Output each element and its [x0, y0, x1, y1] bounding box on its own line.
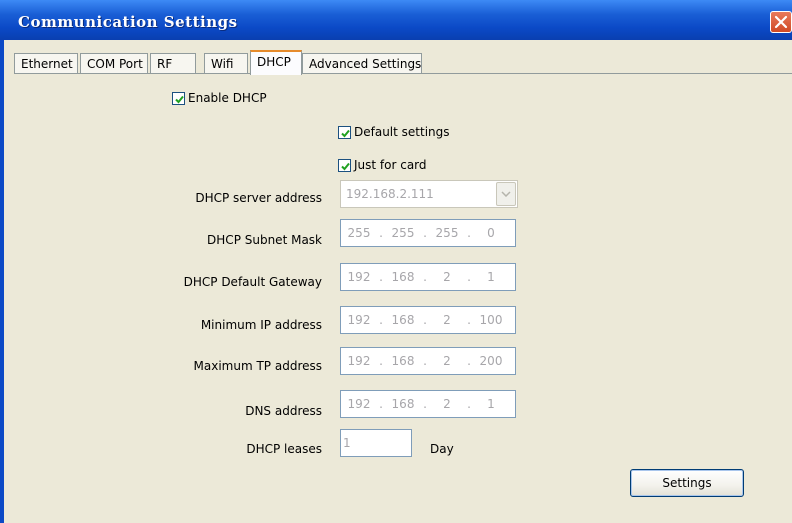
close-icon [774, 15, 788, 29]
ip-octet: 192 [347, 354, 371, 368]
ip-dot: . [423, 226, 427, 240]
ip-octet: 192 [347, 270, 371, 284]
ip-dot: . [379, 226, 383, 240]
ip-octet: 1 [487, 270, 495, 284]
ip-octet: 168 [391, 354, 415, 368]
ip-dot: . [467, 270, 471, 284]
ip-octet: 2 [443, 397, 451, 411]
min-ip-label: Minimum IP address [200, 318, 322, 332]
dhcp-leases-value: 1 [343, 436, 351, 450]
default-gateway-ip-field[interactable]: 192. 168. 2. 1 [340, 263, 516, 291]
chevron-down-icon [501, 191, 511, 197]
ip-octet: 0 [487, 226, 495, 240]
ip-octet: 255 [435, 226, 459, 240]
max-ip-field[interactable]: 192. 168. 2. 200 [340, 347, 516, 375]
checkbox-box[interactable] [338, 125, 351, 139]
enable-dhcp-label: Enable DHCP [188, 91, 267, 105]
dialog-client-area: Ethernet COM Port RF Wifi DHCP Advanced … [4, 40, 792, 523]
ip-dot: . [423, 354, 427, 368]
ip-octet: 100 [479, 313, 503, 327]
ip-dot: . [423, 313, 427, 327]
subnet-mask-label: DHCP Subnet Mask [207, 233, 322, 247]
ip-octet: 168 [391, 397, 415, 411]
ip-octet: 2 [443, 313, 451, 327]
tab-wifi[interactable]: Wifi [204, 53, 248, 75]
ip-octet: 1 [487, 397, 495, 411]
just-for-card-label: Just for card [354, 158, 427, 172]
ip-dot: . [467, 226, 471, 240]
tab-label: RF [157, 57, 173, 71]
checkmark-icon [341, 129, 350, 137]
default-gateway-label: DHCP Default Gateway [183, 275, 322, 289]
ip-octet: 2 [443, 354, 451, 368]
close-button[interactable] [770, 11, 792, 33]
tab-dhcp[interactable]: DHCP [250, 50, 302, 75]
min-ip-field[interactable]: 192. 168. 2. 100 [340, 306, 516, 334]
tab-label: Advanced Settings [309, 57, 422, 71]
ip-octet: 168 [391, 313, 415, 327]
tab-label: COM Port [87, 57, 143, 71]
ip-dot: . [379, 270, 383, 284]
ip-dot: . [423, 397, 427, 411]
just-for-card-checkbox[interactable]: Just for card [338, 158, 427, 172]
dns-address-field[interactable]: 192. 168. 2. 1 [340, 390, 516, 418]
tab-ethernet[interactable]: Ethernet [14, 53, 78, 75]
server-address-label: DHCP server address [195, 191, 322, 205]
window-title: Communication Settings [18, 13, 238, 31]
checkmark-icon [175, 95, 184, 103]
max-ip-label: Maximum TP address [193, 359, 322, 373]
ip-octet: 168 [391, 270, 415, 284]
ip-octet: 192 [347, 313, 371, 327]
ip-octet: 192 [347, 397, 371, 411]
default-settings-label: Default settings [354, 125, 450, 139]
checkbox-box[interactable] [338, 158, 351, 172]
ip-dot: . [379, 354, 383, 368]
dhcp-leases-label: DHCP leases [246, 442, 322, 456]
ip-octet: 255 [391, 226, 415, 240]
dhcp-leases-input[interactable]: 1 [340, 429, 412, 457]
checkbox-box[interactable] [172, 91, 185, 105]
tab-rf[interactable]: RF [150, 53, 196, 75]
title-bar[interactable]: Communication Settings [0, 0, 792, 40]
ip-dot: . [467, 397, 471, 411]
settings-button[interactable]: Settings [630, 469, 744, 497]
ip-octet: 200 [479, 354, 503, 368]
tab-label: Wifi [211, 57, 234, 71]
ip-dot: . [379, 397, 383, 411]
dropdown-button[interactable] [496, 182, 516, 206]
dialog-window: Communication Settings Ethernet COM Port… [0, 0, 792, 523]
server-address-dropdown[interactable]: 192.168.2.111 [340, 180, 518, 208]
tab-com-port[interactable]: COM Port [80, 53, 148, 75]
ip-dot: . [379, 313, 383, 327]
tab-advanced-settings[interactable]: Advanced Settings [302, 53, 422, 75]
ip-octet: 2 [443, 270, 451, 284]
dhcp-leases-unit: Day [430, 442, 454, 456]
tab-label: Ethernet [21, 57, 73, 71]
dhcp-tab-panel: Enable DHCP Default settings Just for ca… [14, 73, 792, 523]
dns-address-label: DNS address [245, 404, 322, 418]
ip-dot: . [467, 354, 471, 368]
ip-octet: 255 [347, 226, 371, 240]
ip-dot: . [423, 270, 427, 284]
tab-label: DHCP [257, 55, 291, 69]
subnet-mask-ip-field[interactable]: 255. 255. 255. 0 [340, 219, 516, 247]
ip-dot: . [467, 313, 471, 327]
enable-dhcp-checkbox[interactable]: Enable DHCP [172, 91, 267, 105]
default-settings-checkbox[interactable]: Default settings [338, 125, 450, 139]
checkmark-icon [341, 162, 350, 170]
server-address-value: 192.168.2.111 [346, 187, 434, 201]
